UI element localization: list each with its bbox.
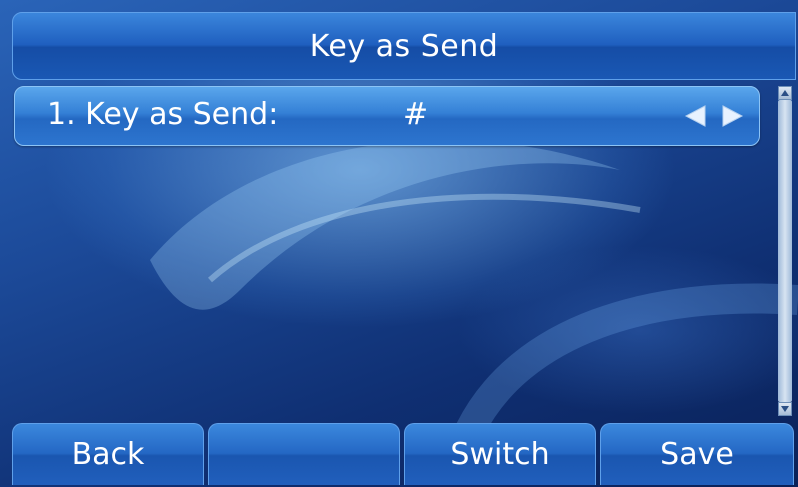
scroll-down-icon bbox=[781, 406, 789, 412]
scroll-down-button[interactable] bbox=[778, 402, 792, 416]
scroll-up-button[interactable] bbox=[778, 86, 792, 100]
setting-value: # bbox=[403, 97, 429, 132]
blank-softkey[interactable] bbox=[208, 423, 400, 485]
arrow-left-icon[interactable] bbox=[683, 103, 709, 129]
back-button[interactable]: Back bbox=[12, 423, 204, 485]
title-bar: Key as Send bbox=[12, 12, 796, 80]
scroll-up-icon bbox=[781, 90, 789, 96]
setting-label: 1. Key as Send: bbox=[47, 97, 279, 132]
save-button[interactable]: Save bbox=[600, 423, 794, 485]
switch-button[interactable]: Switch bbox=[404, 423, 596, 485]
page-title: Key as Send bbox=[309, 28, 499, 64]
phone-screen: Key as Send 1. Key as Send: # Back Switc… bbox=[0, 0, 798, 487]
softkey-bar: Back Switch Save bbox=[12, 423, 798, 485]
setting-row-key-as-send[interactable]: 1. Key as Send: # bbox=[14, 86, 760, 146]
scroll-track[interactable] bbox=[778, 100, 792, 402]
value-switcher bbox=[683, 103, 745, 129]
scrollbar[interactable] bbox=[778, 86, 792, 416]
arrow-right-icon[interactable] bbox=[719, 103, 745, 129]
